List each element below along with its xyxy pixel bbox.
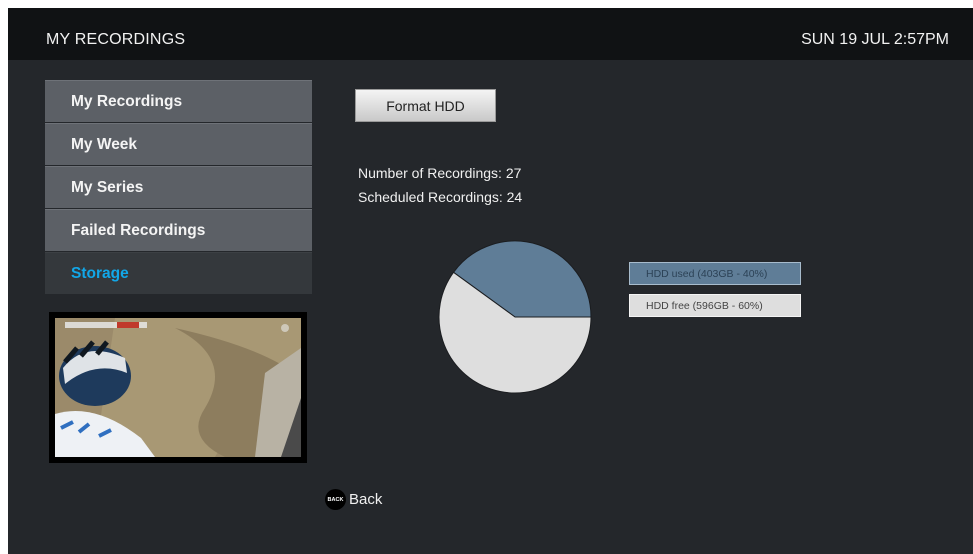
- recordings-count: Number of Recordings: 27: [358, 165, 522, 181]
- back-label: Back: [349, 491, 383, 508]
- storage-pie-chart: [438, 240, 592, 399]
- back-button[interactable]: BACK Back: [325, 489, 382, 510]
- tv-screen: MY RECORDINGS SUN 19 JUL 2:57PM My Recor…: [8, 8, 973, 554]
- page-title: MY RECORDINGS: [46, 31, 186, 48]
- legend-hdd-used: HDD used (403GB - 40%): [629, 262, 801, 285]
- menu-item-label: My Recordings: [71, 92, 183, 110]
- menu-item-label: Failed Recordings: [71, 221, 206, 239]
- menu-item-my-recordings[interactable]: My Recordings: [45, 80, 312, 122]
- live-tv-preview[interactable]: [49, 312, 307, 463]
- menu-item-my-series[interactable]: My Series: [45, 166, 312, 208]
- header-bar: MY RECORDINGS SUN 19 JUL 2:57PM: [8, 8, 973, 60]
- clock: SUN 19 JUL 2:57PM: [801, 31, 949, 48]
- side-menu: My Recordings My Week My Series Failed R…: [45, 80, 312, 295]
- menu-item-label: Storage: [71, 264, 129, 282]
- menu-item-label: My Series: [71, 178, 144, 196]
- menu-item-label: My Week: [71, 135, 138, 153]
- format-hdd-button[interactable]: Format HDD: [355, 89, 496, 122]
- back-key-icon: BACK: [325, 489, 346, 510]
- scheduled-count: Scheduled Recordings: 24: [358, 189, 523, 205]
- legend-hdd-free: HDD free (596GB - 60%): [629, 294, 801, 317]
- video-frame: [55, 318, 301, 457]
- menu-item-storage[interactable]: Storage: [45, 252, 312, 294]
- menu-item-my-week[interactable]: My Week: [45, 123, 312, 165]
- menu-item-failed-recordings[interactable]: Failed Recordings: [45, 209, 312, 251]
